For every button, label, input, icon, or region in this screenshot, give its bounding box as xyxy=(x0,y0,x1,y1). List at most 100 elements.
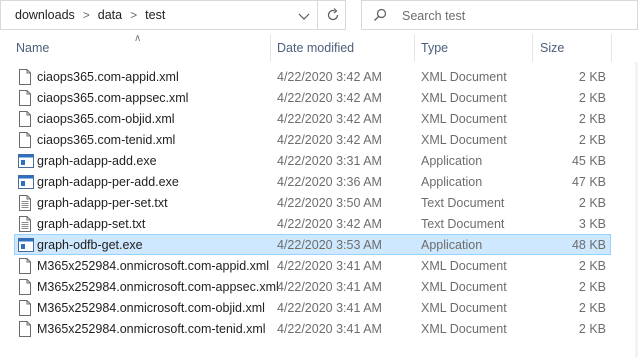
file-size: 47 KB xyxy=(571,175,606,189)
file-date-modified: 4/22/2020 3:42 AM xyxy=(277,70,382,84)
file-date-modified: 4/22/2020 3:42 AM xyxy=(277,217,382,231)
column-header-size[interactable]: Size xyxy=(540,41,564,55)
file-size: 3 KB xyxy=(578,217,606,231)
file-name: graph-adapp-set.txt xyxy=(37,217,146,231)
file-size: 48 KB xyxy=(571,238,606,252)
file-date-modified: 4/22/2020 3:42 AM xyxy=(277,133,382,147)
breadcrumb-downloads[interactable]: downloads xyxy=(15,8,75,22)
file-row[interactable]: graph-adapp-per-add.exe 4/22/2020 3:36 AM… xyxy=(14,171,611,192)
file-type: XML Document xyxy=(421,259,507,273)
document-icon xyxy=(18,69,32,85)
sort-ascending-icon: ∧ xyxy=(134,33,142,44)
file-name: ciaops365.com-appid.xml xyxy=(37,70,179,84)
file-type: Text Document xyxy=(421,196,505,210)
file-row[interactable]: graph-adapp-add.exe 4/22/2020 3:31 AM Appl… xyxy=(14,150,611,171)
file-size: 2 KB xyxy=(578,196,606,210)
address-divider xyxy=(317,1,318,29)
address-bar[interactable]: downloads > data > test xyxy=(0,0,346,30)
file-row[interactable]: graph-adapp-per-set.txt 4/22/2020 3:50 AM… xyxy=(14,192,611,213)
file-name: M365x252984.onmicrosoft.com-objid.xml xyxy=(37,301,265,315)
text-file-icon xyxy=(18,216,32,232)
file-type: XML Document xyxy=(421,280,507,294)
file-size: 2 KB xyxy=(578,91,606,105)
document-icon xyxy=(18,279,32,295)
file-size: 2 KB xyxy=(578,280,606,294)
file-size: 2 KB xyxy=(578,301,606,315)
file-date-modified: 4/22/2020 3:42 AM xyxy=(277,112,382,126)
breadcrumb-separator[interactable]: > xyxy=(83,8,90,22)
file-name: ciaops365.com-tenid.xml xyxy=(37,133,176,147)
breadcrumb-data[interactable]: data xyxy=(98,8,122,22)
file-name: graph-odfb-get.exe xyxy=(37,238,143,252)
search-box[interactable]: Search test xyxy=(361,0,638,30)
file-name: graph-adapp-per-set.txt xyxy=(37,196,168,210)
document-icon xyxy=(18,111,32,127)
file-size: 2 KB xyxy=(578,70,606,84)
document-icon xyxy=(18,321,32,337)
file-type: Text Document xyxy=(421,217,505,231)
file-row[interactable]: M365x252984.onmicrosoft.com-tenid.xml 4/2… xyxy=(14,318,611,339)
file-date-modified: 4/22/2020 3:53 AM xyxy=(277,238,382,252)
file-date-modified: 4/22/2020 3:41 AM xyxy=(277,259,382,273)
file-size: 45 KB xyxy=(571,154,606,168)
document-icon xyxy=(18,258,32,274)
file-type: XML Document xyxy=(421,133,507,147)
file-date-modified: 4/22/2020 3:50 AM xyxy=(277,196,382,210)
file-date-modified: 4/22/2020 3:41 AM xyxy=(277,280,382,294)
file-row[interactable]: ciaops365.com-tenid.xml 4/22/2020 3:42 AM… xyxy=(14,129,611,150)
column-divider[interactable] xyxy=(611,34,612,62)
file-row[interactable]: M365x252984.onmicrosoft.com-objid.xml 4/2… xyxy=(14,297,611,318)
file-name: graph-adapp-per-add.exe xyxy=(37,175,179,189)
file-type: XML Document xyxy=(421,70,507,84)
file-type: XML Document xyxy=(421,91,507,105)
file-name: graph-adapp-add.exe xyxy=(37,154,157,168)
file-size: 2 KB xyxy=(578,322,606,336)
file-row[interactable]: ciaops365.com-objid.xml 4/22/2020 3:42 AM… xyxy=(14,108,611,129)
file-date-modified: 4/22/2020 3:31 AM xyxy=(277,154,382,168)
file-name: M365x252984.onmicrosoft.com-appid.xml xyxy=(37,259,270,273)
application-icon xyxy=(18,153,34,169)
breadcrumb: downloads > data > test xyxy=(15,8,165,22)
search-placeholder[interactable]: Search test xyxy=(402,9,465,23)
file-size: 2 KB xyxy=(578,259,606,273)
file-row[interactable]: ciaops365.com-appsec.xml 4/22/2020 3:42 A… xyxy=(14,87,611,108)
document-icon xyxy=(18,90,32,106)
file-date-modified: 4/22/2020 3:41 AM xyxy=(277,301,382,315)
column-header-date-modified[interactable]: Date modified xyxy=(277,41,354,55)
file-name: M365x252984.onmicrosoft.com-tenid.xml xyxy=(37,322,266,336)
file-name: ciaops365.com-objid.xml xyxy=(37,112,175,126)
file-name: M365x252984.onmicrosoft.com-appsec.xml xyxy=(37,280,279,294)
file-row[interactable]: graph-odfb-get.exe 4/22/2020 3:53 AM Appli… xyxy=(14,234,611,255)
file-type: Application xyxy=(421,154,483,168)
column-header-type[interactable]: Type xyxy=(421,41,448,55)
search-icon xyxy=(373,8,387,22)
file-name: ciaops365.com-appsec.xml xyxy=(37,91,189,105)
document-icon xyxy=(18,132,32,148)
breadcrumb-separator[interactable]: > xyxy=(130,8,137,22)
text-file-icon xyxy=(18,195,32,211)
file-row[interactable]: graph-adapp-set.txt 4/22/2020 3:42 AM Text… xyxy=(14,213,611,234)
file-size: 2 KB xyxy=(578,112,606,126)
column-divider[interactable] xyxy=(414,34,415,62)
file-date-modified: 4/22/2020 3:36 AM xyxy=(277,175,382,189)
file-date-modified: 4/22/2020 3:42 AM xyxy=(277,91,382,105)
file-row[interactable]: M365x252984.onmicrosoft.com-appid.xml 4/2… xyxy=(14,255,611,276)
column-divider[interactable] xyxy=(532,34,533,62)
file-type: Application xyxy=(421,238,483,252)
file-date-modified: 4/22/2020 3:41 AM xyxy=(277,322,382,336)
chevron-down-icon[interactable] xyxy=(296,8,312,24)
file-type: XML Document xyxy=(421,112,507,126)
application-icon xyxy=(18,174,34,190)
document-icon xyxy=(18,300,32,316)
column-header-name[interactable]: Name xyxy=(16,41,49,55)
column-header-row: ∧ Name Date modified Type Size xyxy=(0,33,638,62)
file-row[interactable]: M365x252984.onmicrosoft.com-appsec.xml 4/… xyxy=(14,276,611,297)
column-divider[interactable] xyxy=(270,34,271,62)
application-icon xyxy=(18,237,34,253)
file-row[interactable]: ciaops365.com-appid.xml 4/22/2020 3:42 AM… xyxy=(14,66,611,87)
breadcrumb-test[interactable]: test xyxy=(145,8,165,22)
file-type: XML Document xyxy=(421,322,507,336)
refresh-icon[interactable] xyxy=(325,7,341,23)
file-type: Application xyxy=(421,175,483,189)
file-type: XML Document xyxy=(421,301,507,315)
